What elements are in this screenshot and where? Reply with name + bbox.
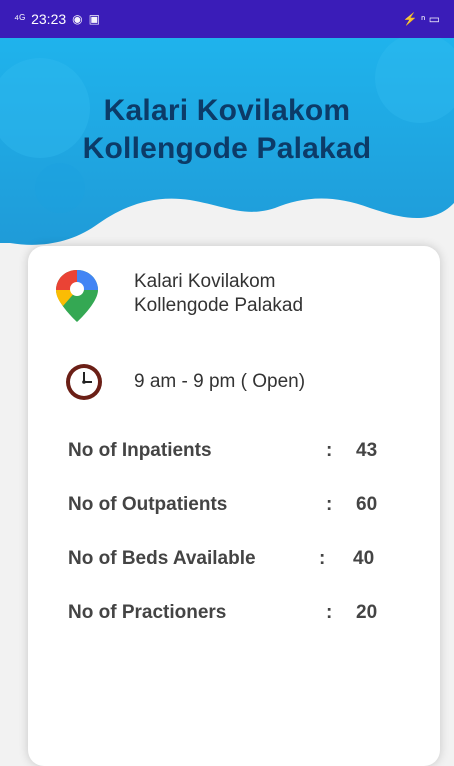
stat-value: 20 [356, 602, 378, 623]
stat-value: 43 [356, 440, 378, 461]
stat-colon: : [319, 548, 326, 569]
stat-value: 60 [356, 494, 378, 515]
status-left: ⁴ᴳ 23:23 ◉ ▣ [14, 11, 100, 27]
stat-label: No of Inpatients [68, 440, 212, 461]
status-right-icons: ⚡ ⁿ ▭ [402, 12, 440, 26]
stat-row-outpatients: No of Outpatients : 60 [68, 494, 428, 522]
location-address: Kalari Kovilakom Kollengode Palakad [134, 271, 304, 316]
stat-colon: : [326, 440, 333, 461]
hours-row: 9 am - 9 pm ( Open) [64, 362, 305, 402]
stat-label: No of Beds Available [68, 548, 256, 569]
info-card: Kalari Kovilakom Kollengode Palakad 9 am… [28, 246, 440, 766]
app-icon: ▣ [88, 12, 100, 26]
map-pin-icon [56, 270, 98, 322]
status-time: 23:23 [31, 11, 67, 27]
page-title: Kalari Kovilakom Kollengode Palakad [82, 94, 372, 165]
stat-label: No of Practioners [68, 602, 227, 623]
stat-row-practioners: No of Practioners : 20 [68, 602, 428, 630]
notification-icon: ◉ [72, 12, 83, 26]
opening-hours: 9 am - 9 pm ( Open) [134, 371, 306, 392]
stat-colon: : [326, 602, 333, 623]
clock-icon [66, 364, 102, 400]
stat-row-inpatients: No of Inpatients : 43 [68, 440, 428, 468]
header-banner: Kalari Kovilakom Kollengode Palakad [0, 38, 454, 268]
stat-colon: : [326, 494, 333, 515]
location-row[interactable]: Kalari Kovilakom Kollengode Palakad [54, 268, 303, 324]
status-right: ⚡ ⁿ ▭ [403, 12, 440, 26]
stat-value: 40 [353, 548, 375, 569]
signal-icon: ⁴ᴳ [14, 12, 26, 26]
stat-label: No of Outpatients [68, 494, 228, 515]
status-bar: ⁴ᴳ 23:23 ◉ ▣ ⚡ ⁿ ▭ [0, 0, 454, 38]
stat-row-beds: No of Beds Available : 40 [68, 548, 428, 576]
